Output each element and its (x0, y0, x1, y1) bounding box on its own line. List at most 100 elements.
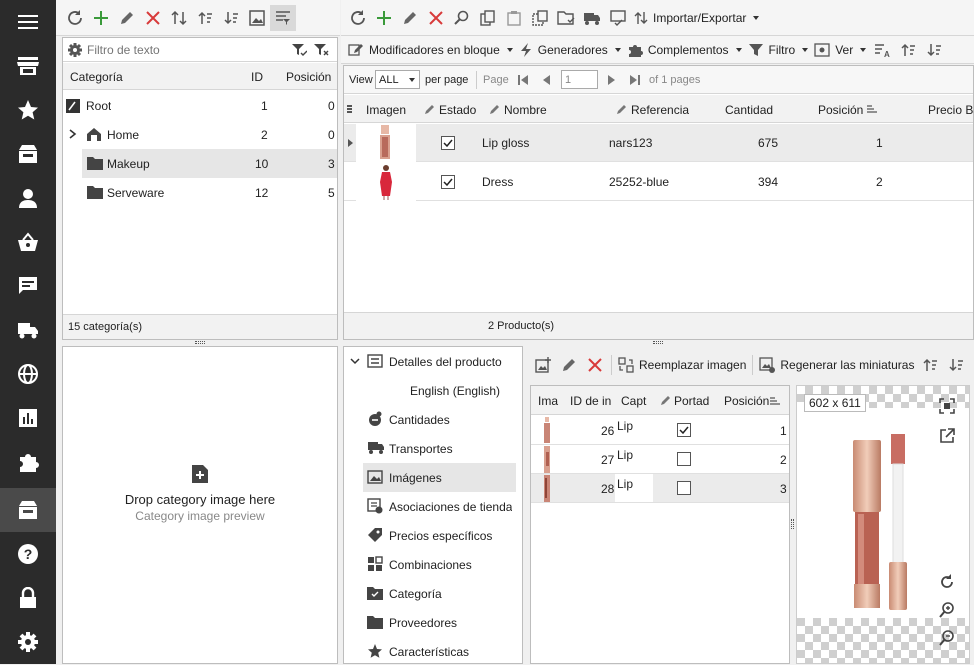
tree-filter-icon[interactable] (270, 4, 296, 31)
product-row[interactable]: Dress 25252-blue 394 2 (344, 163, 973, 201)
move-down-icon[interactable] (218, 5, 244, 31)
status-checkbox[interactable] (441, 136, 455, 150)
column-image[interactable]: Imagen (366, 103, 406, 117)
delete-icon[interactable] (582, 352, 608, 378)
splitter-handle[interactable] (195, 341, 205, 344)
chart-icon[interactable] (0, 396, 56, 440)
add-icon[interactable] (371, 5, 397, 31)
regenerate-thumbnails-button[interactable]: Regenerar las miniaturas (756, 352, 917, 378)
duplicate-icon[interactable] (527, 5, 553, 31)
first-page-icon[interactable] (517, 74, 529, 86)
user-icon[interactable] (0, 176, 56, 220)
help-icon[interactable]: ? (0, 532, 56, 576)
column-image[interactable]: Ima (538, 394, 560, 408)
column-caption[interactable]: Capt (621, 394, 647, 408)
splitter-handle[interactable] (791, 519, 794, 529)
column-position[interactable]: Posición (818, 103, 863, 117)
category-image-dropzone[interactable]: Drop category image here Category image … (62, 346, 338, 664)
refresh-icon[interactable] (62, 5, 88, 31)
fit-screen-icon[interactable] (939, 398, 955, 414)
column-image-id[interactable]: ID de in (570, 394, 612, 408)
delete-icon[interactable] (140, 5, 166, 31)
generators-button[interactable]: Generadores (516, 37, 624, 63)
move-down-icon[interactable] (943, 352, 969, 378)
gear-icon[interactable] (0, 620, 56, 664)
delete-icon[interactable] (423, 5, 449, 31)
details-nav-item[interactable]: Transportes (344, 434, 522, 463)
next-page-icon[interactable] (607, 74, 617, 86)
details-nav-item[interactable]: Proveedores (344, 608, 522, 637)
catalog-icon[interactable] (0, 488, 56, 532)
cover-checkbox[interactable] (677, 423, 691, 437)
zoom-out-icon[interactable] (939, 630, 955, 646)
image-edit-icon[interactable] (244, 5, 270, 31)
paste-icon[interactable] (501, 5, 527, 31)
sort-az-icon[interactable]: A (869, 37, 895, 63)
category-row[interactable]: Serveware 12 5 (63, 178, 337, 207)
category-filter-input[interactable] (87, 42, 287, 57)
move-up-icon[interactable] (895, 37, 921, 63)
column-position[interactable]: Posición (286, 70, 331, 84)
page-size-select[interactable]: ALL (375, 70, 420, 89)
filter-button[interactable]: Filtro (745, 37, 812, 63)
edit-icon[interactable] (556, 352, 582, 378)
basket-icon[interactable] (0, 220, 56, 264)
details-nav-item-active[interactable]: Imágenes (344, 463, 522, 492)
rotate-icon[interactable] (939, 574, 955, 590)
filter-clear-icon[interactable] (313, 43, 329, 57)
last-page-icon[interactable] (629, 74, 641, 86)
column-category[interactable]: Categoría (70, 70, 123, 84)
image-row[interactable]: 28 Lip 3 (531, 474, 789, 503)
addons-button[interactable]: Complementos (624, 37, 745, 63)
gear-icon[interactable] (67, 42, 83, 58)
prev-page-icon[interactable] (541, 74, 551, 86)
chevron-right-icon[interactable] (69, 129, 77, 139)
add-icon[interactable] (88, 5, 114, 31)
puzzle-icon[interactable] (0, 440, 56, 484)
check-list-icon[interactable] (605, 5, 631, 31)
zoom-in-icon[interactable] (939, 602, 955, 618)
image-row[interactable]: 26 Lip 1 (531, 416, 789, 445)
replace-image-button[interactable]: Reemplazar imagen (615, 352, 749, 378)
refresh-icon[interactable] (345, 5, 371, 31)
chat-icon[interactable] (0, 264, 56, 308)
column-name[interactable]: Nombre (504, 103, 547, 117)
column-id[interactable]: ID (251, 70, 263, 84)
add-image-icon[interactable] (530, 352, 556, 378)
column-quantity[interactable]: Cantidad (725, 103, 773, 117)
column-reference[interactable]: Referencia (631, 103, 689, 117)
star-icon[interactable] (0, 88, 56, 132)
globe-icon[interactable] (0, 352, 56, 396)
move-up-icon[interactable] (917, 352, 943, 378)
move-to-category-icon[interactable] (553, 5, 579, 31)
filter-check-icon[interactable] (291, 43, 307, 57)
shipping-icon[interactable] (579, 5, 605, 31)
move-down-icon[interactable] (921, 37, 947, 63)
search-icon[interactable] (449, 5, 475, 31)
column-price[interactable]: Precio Ba (928, 103, 974, 117)
move-up-icon[interactable] (192, 5, 218, 31)
details-nav-item[interactable]: Combinaciones (344, 550, 522, 579)
details-nav-item[interactable]: Detalles del producto (344, 347, 522, 376)
edit-icon[interactable] (114, 5, 140, 31)
open-external-icon[interactable] (939, 428, 955, 444)
truck-icon[interactable] (0, 308, 56, 352)
column-status[interactable]: Estado (439, 103, 476, 117)
details-nav-item[interactable]: Asociaciones de tienda (344, 492, 522, 521)
lock-icon[interactable] (0, 576, 56, 620)
status-checkbox[interactable] (441, 175, 455, 189)
category-row[interactable]: Root 1 0 (63, 91, 337, 120)
details-nav-item[interactable]: English (English) (344, 376, 522, 405)
chevron-down-icon[interactable] (350, 358, 360, 365)
column-position[interactable]: Posición (724, 394, 769, 408)
category-row[interactable]: Home 2 0 (63, 120, 337, 149)
column-cover[interactable]: Portad (674, 394, 712, 408)
cover-checkbox[interactable] (677, 452, 691, 466)
move-updown-icon[interactable] (166, 5, 192, 31)
copy-icon[interactable] (475, 5, 501, 31)
details-nav-item[interactable]: Categoría (344, 579, 522, 608)
splitter-handle[interactable] (653, 341, 663, 344)
menu-icon[interactable] (0, 0, 56, 44)
store-icon[interactable] (0, 44, 56, 88)
category-row[interactable]: Makeup 10 3 (63, 149, 337, 178)
